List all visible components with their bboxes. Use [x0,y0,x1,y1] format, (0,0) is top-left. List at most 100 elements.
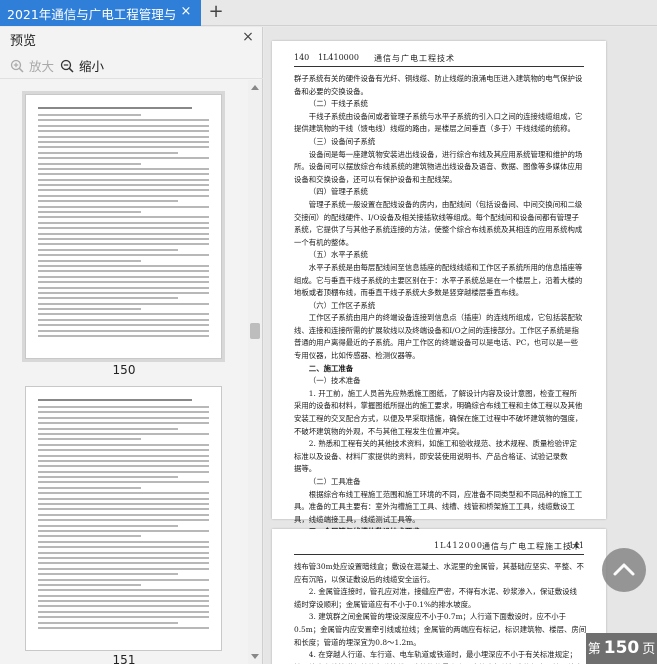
text-line: 2. 熟悉和工程有关的其他技术资料，如施工和验收规范、技术规程、质量检验评定 [308,439,577,449]
thumbnail-text-line [38,318,209,321]
sidebar-close-icon[interactable]: × [240,29,256,45]
text-line: 标准以及设备、材料厂家提供的资料，即安装使用说明书、产品合格证、试验记录数 [294,451,568,461]
thumbnail-label: 150 [112,363,136,377]
text-line: 0.5m；金属管内应安置牵引线或拉线；金属管的两端应有标记，标识建筑物、楼层、房… [294,624,587,634]
thumbnail-header-line [38,107,192,109]
thumbnail-text-line [38,529,209,532]
text-line: 一个有机的整体。 [294,237,354,247]
text-line: （三）设备间子系统 [308,136,376,146]
thumbnail-text-line [38,540,209,543]
thumbnail-text-line [38,184,209,187]
tab-bar: 2021年通信与广电工程管理与实务 × + [0,0,657,26]
thumbnail-text-line [38,270,209,273]
thumbnail-text-line [38,178,209,181]
thumbnail-text-line [38,600,209,603]
page-indicator: 第 150 页 [586,633,657,664]
thumbnail-text-line [38,427,179,430]
thumbnail-text-line [38,205,209,208]
text-line: 具。准备的工具主要有：室外沟槽施工工具、线槽、线管和桥架施工工具，线缆敷设工 [294,502,575,512]
page-number: 140 [294,53,310,62]
text-line: 普通的用户离得最近的子系统。用户工作区的终端设备可以是电话、PC，也可以是一些 [294,338,579,348]
text-line: 线布管30m处应设置暗线盒；敷设在混凝土、水泥里的金属管，其基础应坚实、平整、不 [294,562,584,571]
zoom-in-button[interactable]: 放大 [10,56,54,75]
thumbnail-text-line [38,211,141,214]
text-line: 组成。它与垂直干线子系统的主要区别在于：水平子系统总是在一个楼层上，沿着大楼的 [294,275,583,285]
thumbnail-text-line [38,248,179,251]
thumbnail-text-line [38,416,209,419]
tab-close-icon[interactable]: × [178,4,194,20]
thumbnail-text-line [38,443,209,446]
thumbnail-text-line [38,616,209,619]
document-page: 140 1L410000 通信与广电工程技术 群子系统有关的硬件设备有光纤、铜线… [272,41,606,562]
thumbnail-text-line [38,513,209,516]
text-line: 具，线缆端接工具，线缆测试工具等。 [294,514,420,524]
text-line: 线、连接和连接所需的扩展软线以及终端设备和I/O之间的连接部分。工作区子系统是指 [294,325,579,335]
scroll-down-icon[interactable] [251,654,259,659]
thumbnail-text-line [38,573,179,576]
thumbnail-text-line [38,162,141,165]
thumbnail-text-line [38,497,209,500]
page-thumbnail[interactable] [22,91,225,362]
text-line: 3. 建筑群之间金属管的埋设深度应不小于0.7m；人行道下面敷设时，应不小于 [308,612,567,622]
thumbnail-header-line [38,399,192,401]
page-body: 线布管30m处应设置暗线盒；敷设在混凝土、水泥里的金属管，其基础应坚实、平整、不… [294,561,588,664]
zoom-out-button[interactable]: 缩小 [60,56,104,75]
page-number: 141 [568,541,584,550]
text-line: 专用仪器，比如传感器、检测仪器等。 [294,351,420,361]
thumbnail-text-line [38,302,209,305]
thumbnail-text-line [38,546,209,549]
thumbnail-text-line [38,124,209,127]
document-view[interactable]: 140 1L410000 通信与广电工程技术 群子系统有关的硬件设备有光纤、铜线… [264,27,657,664]
thumbnail-text-line [38,232,209,235]
thumbnail-text-line [38,567,209,570]
document-page: 1L412000 通信与广电工程施工技术 141 线布管30m处应设置暗线盒；敷… [272,529,606,664]
thumbnail-text-line [38,140,209,143]
zoom-out-icon [60,59,74,73]
scrollbar-thumb[interactable] [250,323,260,339]
document-tab[interactable]: 2021年通信与广电工程管理与实务 × [0,0,201,26]
text-line: 系统，它提供了与其他子系统连接的方法，使整个综合布线系统及其相连的应用系统构成 [294,225,583,235]
text-line: 缆时穿设顺利；金属管道应有不小于0.1%的排水坡度。 [294,599,476,609]
thumbnail-text-line [38,114,141,116]
thumbnail-text-line [38,535,141,538]
thumbnail-text-line [38,605,209,608]
thumbnail-text-line [38,173,209,176]
scroll-up-icon[interactable] [251,85,259,90]
thumbnail-text-line [38,422,209,425]
thumbnail-text-line [38,237,209,240]
thumbnail-text-line [38,556,209,559]
thumbnail-text-line [38,470,209,473]
thumbnail-text-line [38,486,141,489]
section-code: 1L412000 [434,541,483,550]
preview-sidebar: 预览 × 放大 缩小 150 151 [0,27,263,664]
thumbnail-text-line [38,157,209,160]
page-indicator-suffix: 页 [642,642,656,657]
zoom-out-label: 缩小 [79,59,105,74]
thumbnail-text-line [38,275,209,278]
thumbnail-text-line [38,492,209,495]
back-to-top-button[interactable] [602,548,646,592]
thumbnail-text-line [38,167,209,170]
sidebar-scrollbar[interactable] [248,80,262,664]
section-title: 通信与广电工程技术 [374,54,455,63]
thumbnail-text-line [38,481,209,484]
page-thumbnail[interactable] [25,386,222,651]
text-line: 设备和交换设备，还可以有保护设备和主配线架。 [294,174,457,184]
section-heading: 二、施工准备 [308,363,354,373]
thumbnail-text-line [38,406,209,408]
thumbnail-text-line [38,627,209,630]
thumbnail-text-line [38,264,209,267]
thumbnail-text-line [38,281,209,284]
thumbnail-text-line [38,335,209,338]
page-header: 1L412000 通信与广电工程施工技术 141 [294,541,584,555]
text-line: 地板或者顶棚布线，而垂直干线子系统大多数是竖穿越楼层垂直布线。 [294,288,524,298]
text-line: 工作区子系统由用户的终端设备连接到信息点（插座）的连线所组成，它包括装配软 [308,313,583,323]
thumbnail-text-line [38,508,209,511]
thumbnail-text-line [38,449,209,452]
thumbnail-text-line [38,146,209,149]
thumbnail-text-line [38,297,179,300]
new-tab-button[interactable]: + [206,2,226,22]
text-line: （五）水平子系统 [308,250,368,260]
thumbnail-text-line [38,151,179,154]
text-line: 所。设备间可以摆放综合布线系统的建筑物进出线设备及语音、数据、图像等多媒体应用 [294,162,583,172]
